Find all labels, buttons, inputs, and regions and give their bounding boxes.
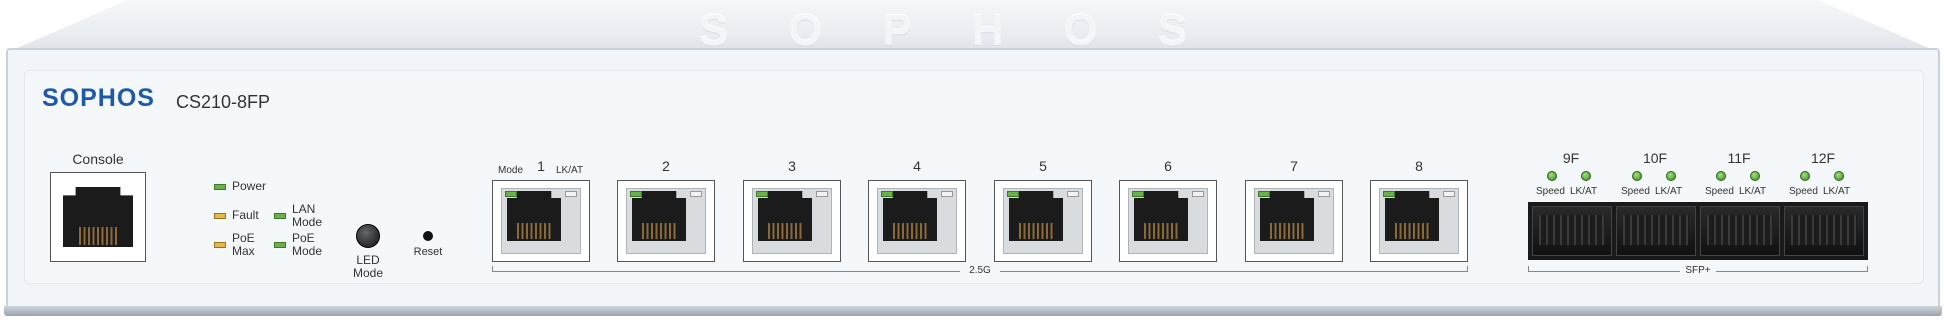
- console-port[interactable]: [50, 172, 146, 262]
- sfp-12f-number: 12F: [1810, 150, 1836, 166]
- port-3-number: 3: [788, 158, 796, 174]
- poe-max-label: PoE Max: [232, 231, 255, 258]
- port-1-number: 1: [537, 158, 545, 174]
- rj45-group-label: 2.5G: [960, 264, 1000, 277]
- led-mode-label: LED Mode: [352, 253, 384, 280]
- port-4-number: 4: [913, 158, 921, 174]
- sfp-cage-block: [1528, 202, 1868, 260]
- sfp-10f-speed-caption: Speed: [1621, 186, 1650, 197]
- sfp-port-9f[interactable]: [1532, 206, 1612, 256]
- fault-label: Fault: [232, 208, 259, 222]
- rj45-port-7[interactable]: [1245, 180, 1343, 262]
- sfp-9f-speed-caption: Speed: [1536, 186, 1565, 197]
- sfp-9f-number: 9F: [1562, 150, 1580, 166]
- sfp-port-10f[interactable]: [1616, 206, 1696, 256]
- poe-mode-led: [274, 242, 286, 248]
- sfp-port-12f[interactable]: [1784, 206, 1864, 256]
- rj45-port-6[interactable]: [1119, 180, 1217, 262]
- sfp-10f-number: 10F: [1642, 150, 1668, 166]
- sfp-11f-speed-caption: Speed: [1705, 186, 1734, 197]
- sfp-10f-lkat-led: [1666, 171, 1676, 181]
- led-mode-button[interactable]: [356, 224, 380, 248]
- power-label: Power: [232, 179, 267, 193]
- sfp-10f-lkat-caption: LK/AT: [1655, 186, 1683, 197]
- port-7-number: 7: [1290, 158, 1298, 174]
- sfp-9f-lkat-caption: LK/AT: [1570, 186, 1598, 197]
- fault-led: [214, 213, 226, 219]
- rj45-port-4[interactable]: [868, 180, 966, 262]
- poe-max-led: [214, 242, 226, 248]
- sfp-11f-lkat-caption: LK/AT: [1739, 186, 1767, 197]
- rj45-port-8[interactable]: [1370, 180, 1468, 262]
- lan-mode-label: LAN Mode: [292, 202, 323, 229]
- sfp-12f-speed-caption: Speed: [1789, 186, 1818, 197]
- port-5-number: 5: [1039, 158, 1047, 174]
- sfp-10f-speed-led: [1632, 171, 1642, 181]
- reset-label: Reset: [413, 246, 443, 258]
- sfp-11f-lkat-led: [1750, 171, 1760, 181]
- rj45-port-2[interactable]: [617, 180, 715, 262]
- lkat-led-caption: LK/AT: [556, 165, 584, 176]
- port-8-number: 8: [1415, 158, 1423, 174]
- port-2-number: 2: [662, 158, 670, 174]
- port-6-number: 6: [1164, 158, 1172, 174]
- sfp-12f-lkat-caption: LK/AT: [1823, 186, 1851, 197]
- rj45-port-1[interactable]: [492, 180, 590, 262]
- poe-mode-label: PoE Mode: [292, 231, 323, 258]
- console-label: Console: [72, 151, 124, 167]
- sfp-port-11f[interactable]: [1700, 206, 1780, 256]
- chassis-lid: SOPHOS: [8, 0, 1938, 52]
- power-led: [214, 184, 226, 190]
- sfp-9f-lkat-led: [1581, 171, 1591, 181]
- model-name: CS210-8FP: [176, 92, 271, 112]
- sfp-11f-speed-led: [1716, 171, 1726, 181]
- reset-pinhole[interactable]: [423, 231, 433, 241]
- sfp-9f-speed-led: [1547, 171, 1557, 181]
- sfp-12f-speed-led: [1800, 171, 1810, 181]
- rj45-port-3[interactable]: [743, 180, 841, 262]
- sfp-group-label: SFP+: [1680, 264, 1716, 277]
- lan-mode-led: [274, 213, 286, 219]
- chassis-base: [4, 306, 1942, 316]
- sfp-12f-lkat-led: [1834, 171, 1844, 181]
- rj45-port-5[interactable]: [994, 180, 1092, 262]
- brand-logo: SOPHOS: [42, 84, 155, 112]
- sfp-11f-number: 11F: [1727, 150, 1751, 166]
- mode-led-caption: Mode: [498, 165, 524, 176]
